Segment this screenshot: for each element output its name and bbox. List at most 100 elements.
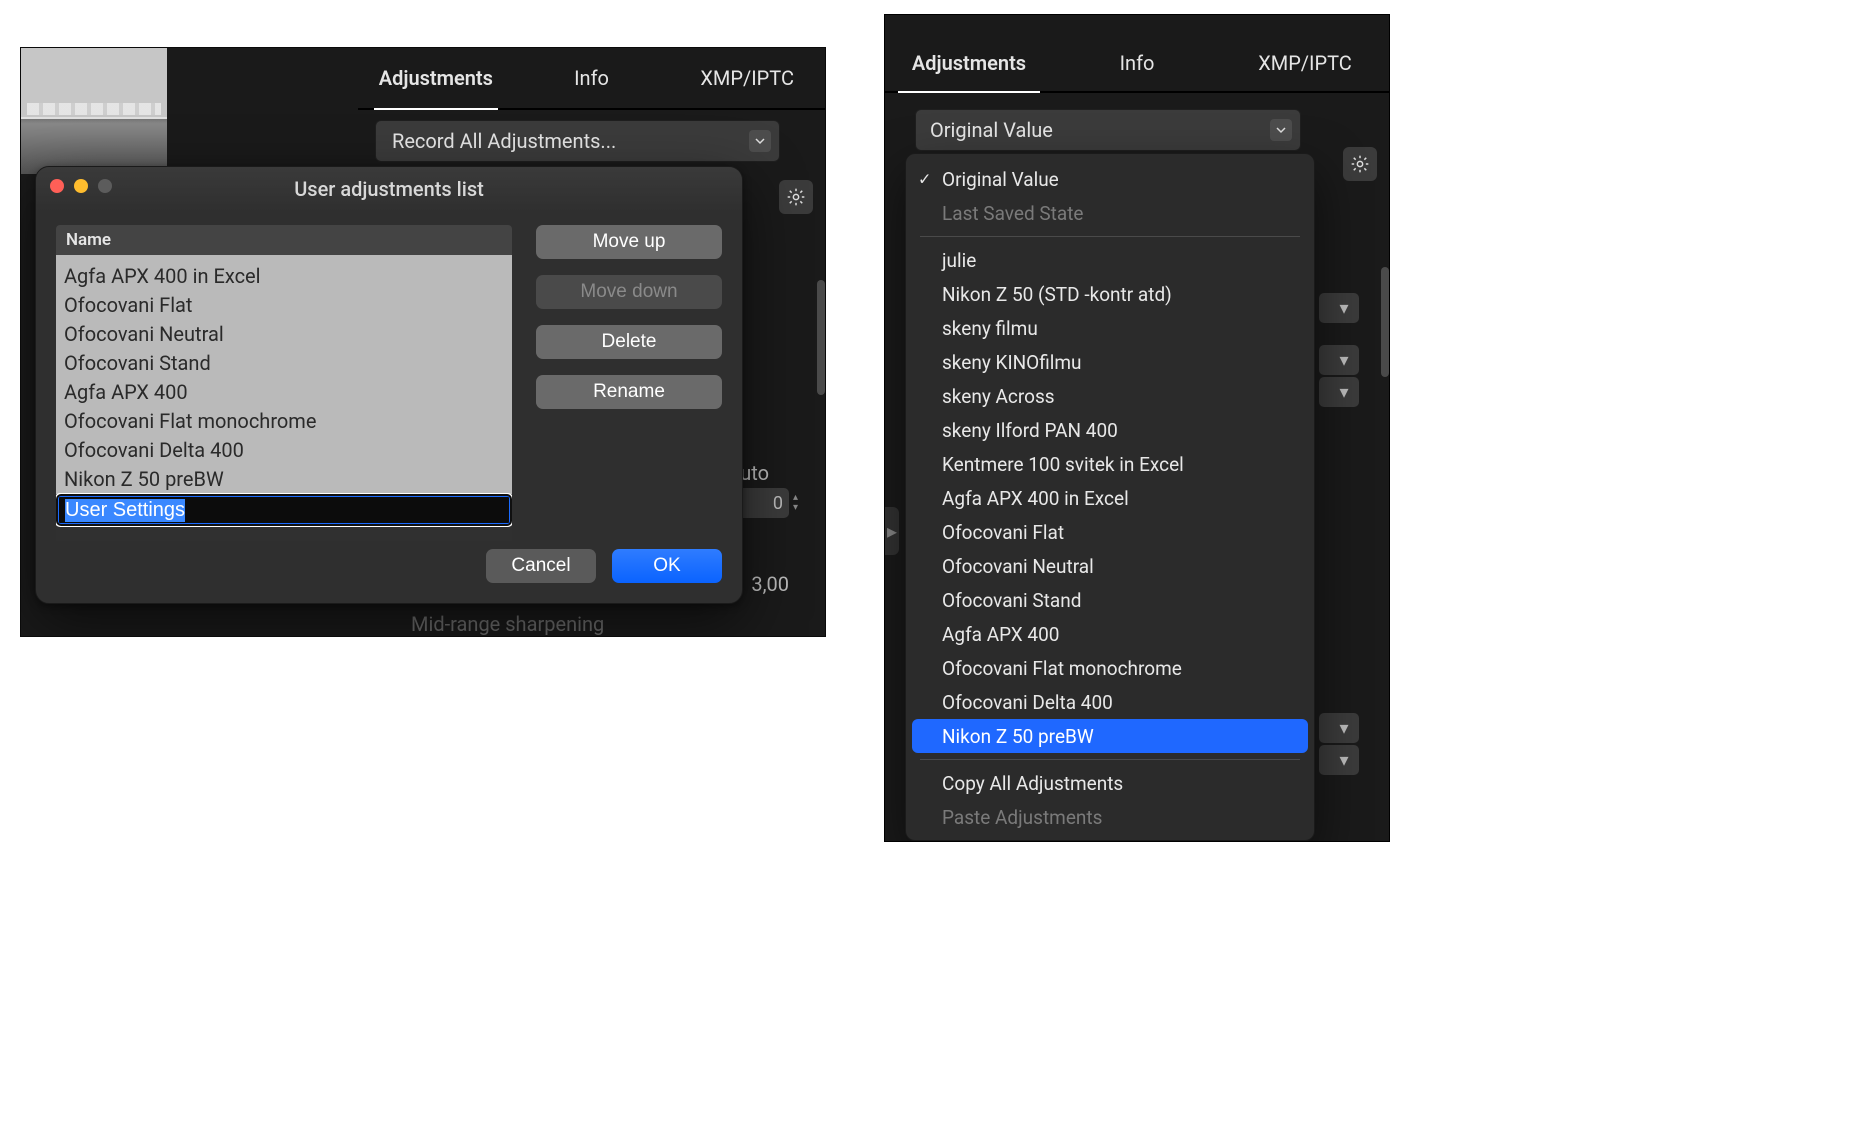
list-item[interactable]: Ofocovani Flat monochrome <box>56 407 512 436</box>
dialog-body: Name Kentmere 100 svitek in Excel Agfa AP… <box>56 225 722 541</box>
menu-item-preset[interactable]: Ofocovani Flat <box>906 515 1314 549</box>
menu-item-preset[interactable]: Agfa APX 400 <box>906 617 1314 651</box>
bg-dropdown[interactable]: ▾ <box>1319 377 1359 407</box>
preset-menu: ✓Original Value Last Saved State julie Niko… <box>905 153 1315 841</box>
list-item[interactable]: Nikon Z 50 preBW <box>56 465 512 494</box>
list-item-label: Kentmere 100 svitek in Excel <box>64 255 319 259</box>
menu-item-preset[interactable]: Ofocovani Stand <box>906 583 1314 617</box>
ok-button[interactable]: OK <box>612 549 722 583</box>
bg-dropdown[interactable]: ▾ <box>1319 745 1359 775</box>
menu-item-preset[interactable]: Nikon Z 50 (STD -kontr atd) <box>906 277 1314 311</box>
list-item[interactable]: Ofocovani Stand <box>56 349 512 378</box>
menu-item-label: Save All Adjustments... <box>942 840 1136 842</box>
tab-xmp-iptc[interactable]: XMP/IPTC <box>1221 35 1389 91</box>
tab-label: Adjustments <box>379 66 493 90</box>
menu-item-label: skeny KINOfilmu <box>942 351 1082 374</box>
list-item[interactable]: Ofocovani Delta 400 <box>56 436 512 465</box>
list-item-label: Agfa APX 400 <box>64 380 188 404</box>
stepper-arrows-icon: ▴▾ <box>793 488 807 518</box>
list-item[interactable]: Agfa APX 400 <box>56 378 512 407</box>
menu-item-label: Ofocovani Delta 400 <box>942 691 1113 714</box>
menu-item-preset[interactable]: skeny Ilford PAN 400 <box>906 413 1314 447</box>
panel-expand-icon[interactable]: ▸ <box>885 507 899 555</box>
column-header-name[interactable]: Name <box>56 225 512 255</box>
menu-item-original-value[interactable]: ✓Original Value <box>906 162 1314 196</box>
menu-item-label: Ofocovani Stand <box>942 589 1081 612</box>
menu-item-preset[interactable]: Nikon Z 50 preBW <box>912 719 1308 753</box>
menu-item-preset[interactable]: Kentmere 100 svitek in Excel <box>906 447 1314 481</box>
adjustments-listbox[interactable]: Kentmere 100 svitek in Excel Agfa APX 400… <box>56 255 512 541</box>
left-tab-bar: Adjustments Info XMP/IPTC <box>358 48 825 110</box>
menu-item-save-all-adjustments-[interactable]: Save All Adjustments... <box>906 834 1314 841</box>
menu-item-label: Last Saved State <box>942 202 1084 225</box>
menu-item-label: Ofocovani Flat monochrome <box>942 657 1182 680</box>
dialog-footer: Cancel OK <box>56 549 722 589</box>
menu-item-preset[interactable]: julie <box>906 243 1314 277</box>
tab-adjustments[interactable]: Adjustments <box>358 48 514 108</box>
bg-dropdown[interactable]: ▾ <box>1319 293 1359 323</box>
scroll-handle[interactable] <box>817 280 825 395</box>
bg-dropdown[interactable]: ▾ <box>1319 713 1359 743</box>
menu-item-preset[interactable]: Ofocovani Flat monochrome <box>906 651 1314 685</box>
dialog-side-buttons: Move up Move down Delete Rename <box>536 225 722 409</box>
move-up-button[interactable]: Move up <box>536 225 722 259</box>
menu-item-label: skeny Across <box>942 385 1055 408</box>
menu-item-preset[interactable]: skeny Across <box>906 379 1314 413</box>
menu-item-paste-adjustments: Paste Adjustments <box>906 800 1314 834</box>
list-item-label: Ofocovani Flat monochrome <box>64 409 316 433</box>
check-icon: ✓ <box>918 170 931 189</box>
minimize-icon[interactable] <box>74 179 88 193</box>
menu-item-preset[interactable]: Agfa APX 400 in Excel <box>906 481 1314 515</box>
tab-xmp-iptc[interactable]: XMP/IPTC <box>669 48 825 108</box>
menu-item-label: Copy All Adjustments <box>942 772 1123 795</box>
button-label: Move down <box>580 281 677 302</box>
chevron-down-icon: ▾ <box>1335 718 1353 739</box>
right-tab-bar: Adjustments Info XMP/IPTC <box>885 35 1389 93</box>
move-down-button: Move down <box>536 275 722 309</box>
preset-select[interactable]: Original Value <box>915 109 1301 151</box>
bg-sharpening-label: Mid-range sharpening <box>411 612 604 636</box>
tab-adjustments[interactable]: Adjustments <box>885 35 1053 91</box>
menu-item-label: skeny filmu <box>942 317 1038 340</box>
button-label: Delete <box>602 331 657 352</box>
bg-number: 3,00 <box>751 572 789 596</box>
rename-input[interactable] <box>56 494 512 526</box>
gear-icon[interactable] <box>779 180 813 214</box>
menu-item-preset[interactable]: skeny KINOfilmu <box>906 345 1314 379</box>
column-header-label: Name <box>66 230 111 250</box>
menu-item-preset[interactable]: Ofocovani Neutral <box>906 549 1314 583</box>
menu-item-copy-all-adjustments[interactable]: Copy All Adjustments <box>906 766 1314 800</box>
close-icon[interactable] <box>50 179 64 193</box>
menu-item-label: Ofocovani Neutral <box>942 555 1094 578</box>
tab-info[interactable]: Info <box>1053 35 1221 91</box>
list-item-label: Ofocovani Stand <box>64 351 211 375</box>
dialog-titlebar[interactable]: User adjustments list <box>36 167 742 211</box>
delete-button[interactable]: Delete <box>536 325 722 359</box>
menu-item-preset[interactable]: skeny filmu <box>906 311 1314 345</box>
scroll-handle[interactable] <box>1381 267 1389 377</box>
menu-item-preset[interactable]: Ofocovani Delta 400 <box>906 685 1314 719</box>
menu-item-label: Nikon Z 50 preBW <box>942 725 1094 748</box>
tab-info[interactable]: Info <box>514 48 670 108</box>
list-item-editing[interactable] <box>56 494 512 526</box>
list-item[interactable]: Agfa APX 400 in Excel <box>56 262 512 291</box>
window-controls <box>50 179 112 193</box>
chevron-down-icon <box>1270 119 1292 141</box>
button-label: Rename <box>593 381 665 402</box>
rename-button[interactable]: Rename <box>536 375 722 409</box>
tab-label: Info <box>574 66 609 90</box>
dialog-title: User adjustments list <box>36 177 742 201</box>
chevron-down-icon: ▾ <box>1335 750 1353 771</box>
list-item[interactable]: Ofocovani Flat <box>56 291 512 320</box>
list-item[interactable]: Ofocovani Neutral <box>56 320 512 349</box>
chevron-down-icon <box>749 130 771 152</box>
chevron-down-icon: ▾ <box>1335 298 1353 319</box>
menu-item-label: Nikon Z 50 (STD -kontr atd) <box>942 283 1172 306</box>
gear-icon[interactable] <box>1343 147 1377 181</box>
bg-dropdown[interactable]: ▾ <box>1319 345 1359 375</box>
bg-spinbox[interactable]: 0 ▴▾ <box>735 488 789 518</box>
adjustments-dropdown[interactable]: Record All Adjustments... <box>375 120 780 162</box>
list-item[interactable]: Kentmere 100 svitek in Excel <box>56 255 512 262</box>
select-value: Original Value <box>930 118 1053 142</box>
cancel-button[interactable]: Cancel <box>486 549 596 583</box>
